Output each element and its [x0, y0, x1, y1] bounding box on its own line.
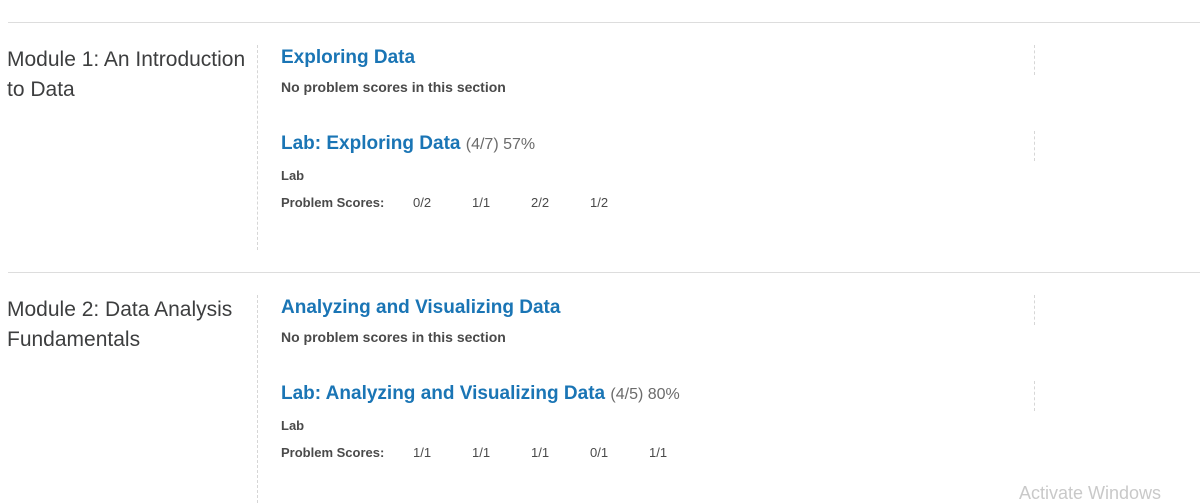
problem-score: 1/1: [649, 445, 668, 460]
no-scores-text: No problem scores in this section: [281, 329, 506, 345]
section-divider-line: [1034, 131, 1035, 161]
section-score-summary: (4/5) 80%: [610, 386, 680, 403]
section-lab-exploring-data: Lab: Exploring Data (4/7) 57% Lab Proble…: [281, 131, 1021, 210]
module-title: Module 1: An Introduction to Data: [7, 48, 246, 101]
section-link-exploring-data[interactable]: Exploring Data: [281, 47, 415, 68]
no-scores-text: No problem scores in this section: [281, 79, 506, 95]
section-exploring-data: Exploring Data No problem scores in this…: [281, 45, 1021, 95]
problem-scores-row: Problem Scores: 0/2 1/1 2/2 1/2: [281, 195, 1021, 210]
section-divider-line: [257, 295, 258, 503]
module-divider: [8, 272, 1200, 273]
section-analyzing-visualizing-data: Analyzing and Visualizing Data No proble…: [281, 295, 1021, 345]
section-divider-line: [1034, 45, 1035, 75]
section-title: Lab: Analyzing and Visualizing Data (4/5…: [281, 381, 1021, 408]
activate-windows-watermark: Activate Windows: [1019, 483, 1162, 503]
section-title: Exploring Data: [281, 45, 1021, 71]
section-lab-analyzing-visualizing-data: Lab: Analyzing and Visualizing Data (4/5…: [281, 381, 1021, 460]
section-link-lab-exploring-data[interactable]: Lab: Exploring Data: [281, 133, 460, 154]
problem-score: 1/1: [472, 195, 491, 210]
section-divider-line: [257, 45, 258, 250]
problem-score: 1/2: [590, 195, 609, 210]
section-divider-line: [1034, 295, 1035, 325]
problem-score: 1/1: [531, 445, 550, 460]
problem-score: 0/2: [413, 195, 432, 210]
progress-page: Module 1: An Introduction to Data Explor…: [0, 0, 1200, 503]
module-title: Module 2: Data Analysis Fundamentals: [7, 298, 233, 351]
problem-scores-row: Problem Scores: 1/1 1/1 1/1 0/1 1/1: [281, 445, 1021, 460]
section-score-summary: (4/7) 57%: [465, 136, 536, 153]
section-title: Lab: Exploring Data (4/7) 57%: [281, 131, 1021, 158]
section-subtitle: Lab: [281, 168, 305, 183]
section-title: Analyzing and Visualizing Data: [281, 295, 1021, 321]
section-divider-line: [1034, 381, 1035, 411]
problem-scores-label: Problem Scores:: [281, 445, 385, 460]
section-link-lab-analyzing-visualizing-data[interactable]: Lab: Analyzing and Visualizing Data: [281, 383, 605, 404]
section-subtitle: Lab: [281, 418, 305, 433]
problem-scores-label: Problem Scores:: [281, 195, 385, 210]
problem-score: 2/2: [531, 195, 550, 210]
module-divider: [8, 22, 1200, 23]
problem-score: 0/1: [590, 445, 609, 460]
problem-score: 1/1: [413, 445, 432, 460]
problem-score: 1/1: [472, 445, 491, 460]
section-link-analyzing-visualizing-data[interactable]: Analyzing and Visualizing Data: [281, 297, 560, 318]
